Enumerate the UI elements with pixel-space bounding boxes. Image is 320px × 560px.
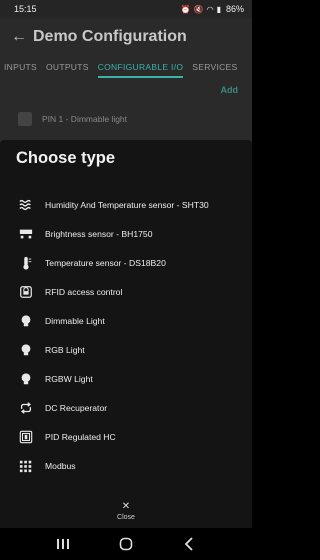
tab-configurable-io[interactable]: CONFIGURABLE I/O [97,56,184,78]
type-item-rgbw-light[interactable]: RGBW Light [0,364,252,393]
back-arrow-icon[interactable]: ← [11,28,31,46]
close-label: Close [117,514,135,521]
tab-bar: INPUTS OUTPUTS CONFIGURABLE I/O SERVICES [0,56,252,78]
type-item-label: Temperature sensor - DS18B20 [45,257,166,268]
pid-icon [18,429,34,445]
humidity-icon [18,197,34,213]
type-item-label: Brightness sensor - BH1750 [45,228,153,239]
repeat-icon [18,400,34,416]
type-item-label: Humidity And Temperature sensor - SHT30 [45,199,209,210]
tab-outputs[interactable]: OUTPUTS [46,56,89,78]
bulb-icon [18,313,34,329]
system-icons: ⏰ 🔇 ◠ ▮ 86% [181,4,244,14]
type-item-rgb-light[interactable]: RGB Light [0,335,252,364]
status-time: 15:15 [14,4,37,14]
mute-icon: 🔇 [193,4,204,14]
thermometer-icon [18,255,34,271]
status-bar: 15:15 ⏰ 🔇 ◠ ▮ 86% [0,0,252,18]
page-title: Demo Configuration [33,28,187,45]
back-icon[interactable] [179,534,199,554]
type-item-rfid[interactable]: RFID access control [0,277,252,306]
pin-thumb-icon [18,112,32,126]
alarm-icon: ⏰ [180,4,191,14]
wifi-icon: ◠ [206,4,214,14]
choose-type-sheet: Choose type Humidity And Temperature sen… [0,140,252,542]
close-button[interactable]: ✕ Close [106,501,146,527]
type-item-brightness[interactable]: Brightness sensor - BH1750 [0,219,252,248]
sheet-title: Choose type [16,149,116,167]
type-item-label: Modbus [45,460,76,471]
home-icon[interactable] [116,534,136,554]
bulb-icon [18,371,34,387]
signal-icon: ▮ [216,4,221,14]
modbus-icon [18,458,34,474]
type-item-dimmable-light[interactable]: Dimmable Light [0,306,252,335]
tab-services[interactable]: SERVICES [192,56,237,78]
background-pin-label: PIN 1 - Dimmable light [42,114,128,124]
type-item-dc-recuperator[interactable]: DC Recuperator [0,393,252,422]
type-item-label: PID Regulated HC [45,431,116,442]
battery-percent: 86% [225,4,244,14]
type-item-modbus[interactable]: Modbus [0,451,252,480]
rfid-icon [18,284,34,300]
type-item-label: DC Recuperator [45,402,108,413]
type-item-label: RGBW Light [45,373,93,384]
type-item-label: Dimmable Light [45,315,105,326]
app-bar: ← Demo Configuration [0,18,252,56]
type-item-temperature[interactable]: Temperature sensor - DS18B20 [0,248,252,277]
type-item-label: RFID access control [45,286,123,297]
close-icon: ✕ [121,501,131,512]
bulb-icon [18,342,34,358]
brightness-sensor-icon [18,226,34,242]
type-list: Humidity And Temperature sensor - SHT30 … [0,190,252,480]
tab-inputs[interactable]: INPUTS [4,56,37,78]
background-pin-row: PIN 1 - Dimmable light [18,112,127,126]
type-item-humidity-temperature[interactable]: Humidity And Temperature sensor - SHT30 [0,190,252,219]
type-item-label: RGB Light [45,344,85,355]
recent-apps-icon[interactable] [53,534,73,554]
type-item-pid-regulated[interactable]: PID Regulated HC [0,422,252,451]
add-button[interactable]: Add [221,85,239,95]
system-nav-bar [0,528,252,560]
